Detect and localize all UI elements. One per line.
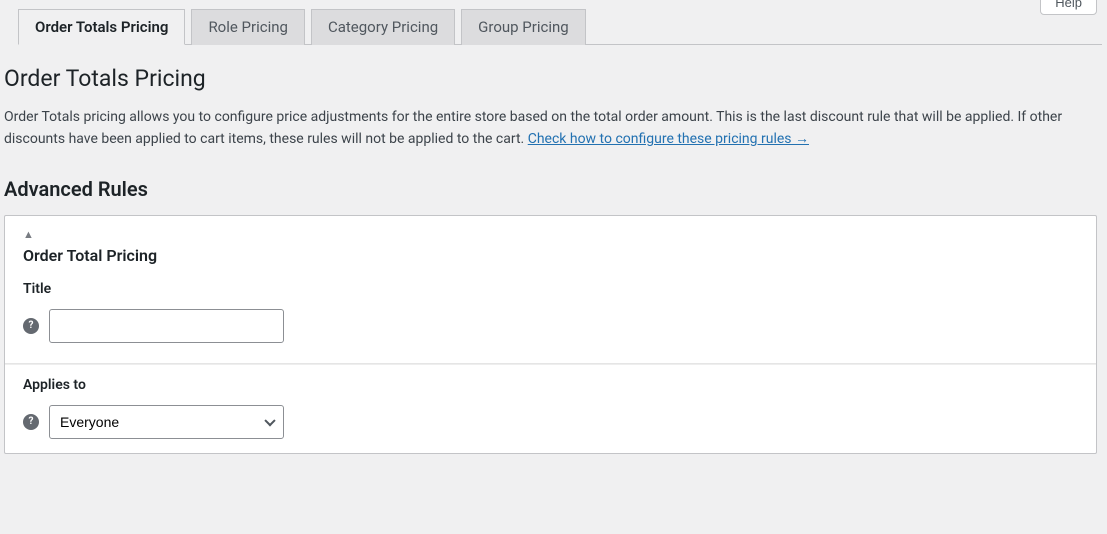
tab-role-pricing[interactable]: Role Pricing	[191, 9, 305, 45]
configure-rules-link[interactable]: Check how to configure these pricing rul…	[528, 131, 809, 147]
tab-category-pricing[interactable]: Category Pricing	[311, 9, 455, 45]
title-row: Title ?	[5, 281, 1096, 357]
applies-to-label: Applies to	[23, 377, 1078, 393]
page-title: Order Totals Pricing	[4, 65, 1103, 92]
help-icon[interactable]: ?	[23, 414, 39, 430]
page-description: Order Totals pricing allows you to confi…	[4, 106, 1103, 151]
panel-title: Order Total Pricing	[5, 242, 1096, 281]
triangle-up-icon: ▲	[23, 228, 34, 241]
main-content: Order Totals Pricing Order Totals pricin…	[0, 45, 1107, 454]
rule-panel: ▲ Order Total Pricing Title ? Applies to…	[4, 215, 1097, 454]
tab-order-totals-pricing[interactable]: Order Totals Pricing	[18, 9, 185, 45]
tabs-nav: Order Totals Pricing Role Pricing Catego…	[18, 0, 1102, 45]
title-label: Title	[23, 281, 1078, 297]
advanced-rules-heading: Advanced Rules	[4, 177, 1103, 201]
tab-group-pricing[interactable]: Group Pricing	[461, 9, 586, 45]
help-icon[interactable]: ?	[23, 318, 39, 334]
applies-to-row: Applies to ? Everyone	[5, 364, 1096, 453]
title-input[interactable]	[49, 309, 284, 343]
help-button[interactable]: Help	[1040, 0, 1097, 15]
applies-to-select[interactable]: Everyone	[49, 405, 284, 439]
panel-collapse-toggle[interactable]: ▲	[5, 216, 1096, 242]
